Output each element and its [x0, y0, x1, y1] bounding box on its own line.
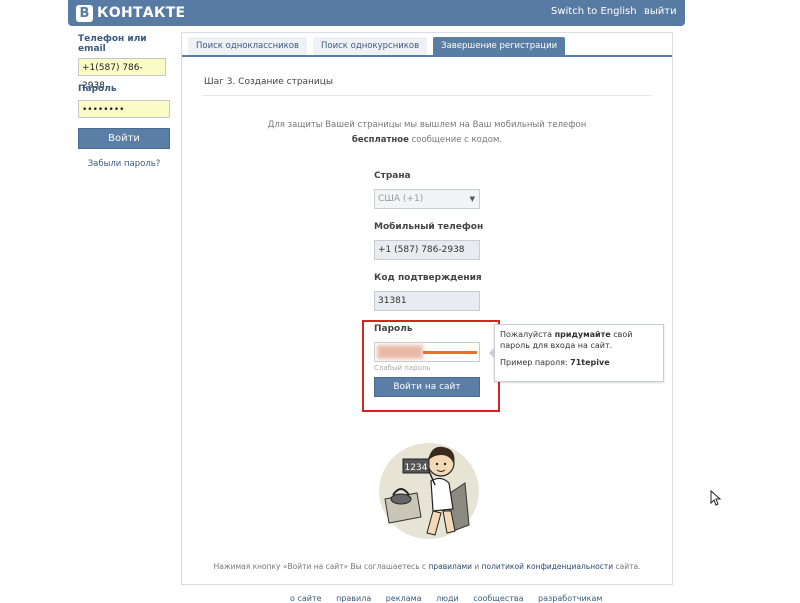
confirmation-code-input[interactable]: 31381 — [374, 291, 480, 311]
info-bold: бесплатное — [351, 135, 409, 145]
rules-footer-link[interactable]: правила — [336, 594, 371, 603]
communities-link[interactable]: сообщества — [473, 594, 523, 603]
sign-text: 1234 — [405, 463, 428, 473]
chevron-down-icon: ▼ — [469, 195, 475, 203]
confirmation-code-label: Код подтверждения — [374, 273, 482, 283]
tab-coursemates-search[interactable]: Поиск однокурсников — [313, 37, 428, 55]
logout-link[interactable]: выйти — [644, 6, 677, 17]
country-label: Страна — [374, 171, 411, 181]
tooltip-example-label: Пример пароля: — [500, 358, 571, 367]
mobile-phone-group: Мобильный телефон +1 (587) 786-2938 — [374, 222, 483, 260]
step-title: Шаг 3. Создание страницы — [204, 77, 334, 87]
forgot-password-link[interactable]: Забыли пароль? — [78, 159, 170, 169]
mobile-phone-label: Мобильный телефон — [374, 222, 484, 232]
mobile-phone-input[interactable]: +1 (587) 786-2938 — [374, 240, 480, 260]
privacy-policy-link[interactable]: политикой конфиденциальности — [482, 562, 613, 571]
tooltip-example-value: 71tepive — [570, 358, 610, 367]
info-line2: бесплатное сообщение с кодом. — [182, 133, 672, 148]
info-text: Для защиты Вашей страницы мы вышлем на В… — [182, 118, 672, 148]
vk-logo-icon: В — [76, 4, 93, 22]
login-panel: Телефон или email +1(587) 786-2938 Парол… — [78, 34, 170, 169]
password-tooltip: Пожалуйста придумайте свой пароль для вх… — [489, 324, 664, 382]
tab-bar: Поиск одноклассников Поиск однокурсников… — [182, 37, 672, 57]
tab-registration-complete[interactable]: Завершение регистрации — [433, 37, 566, 55]
info-line1: Для защиты Вашей страницы мы вышлем на В… — [267, 120, 587, 130]
password-label: Пароль — [78, 84, 117, 94]
tooltip-text-bold: придумайте — [554, 330, 611, 339]
login-button[interactable]: Войти — [78, 128, 170, 149]
people-link[interactable]: люди — [436, 594, 459, 603]
tab-classmates-search[interactable]: Поиск одноклассников — [188, 37, 308, 55]
vk-logo[interactable]: В КОНТАКТЕ — [76, 4, 185, 22]
password-input[interactable]: •••••••• — [78, 100, 170, 118]
terms-note-before: Нажимая кнопку «Войти на сайт» Вы соглаш… — [213, 562, 429, 571]
terms-note: Нажимая кнопку «Войти на сайт» Вы соглаш… — [182, 562, 672, 571]
advertising-link[interactable]: реклама — [386, 594, 422, 603]
developers-link[interactable]: разработчикам — [538, 594, 602, 603]
vk-logo-text: КОНТАКТЕ — [97, 5, 186, 21]
tooltip-arrow — [489, 347, 495, 359]
bottom-links: о сайте правила реклама люди сообщества … — [290, 594, 614, 603]
country-group: Страна США (+1) ▼ — [374, 171, 480, 209]
switch-language-link[interactable]: Switch to English — [551, 6, 637, 17]
highlight-box — [362, 320, 500, 412]
tooltip-example: Пример пароля: 71tepive — [500, 357, 658, 368]
tooltip-text: Пожалуйста придумайте свой пароль для вх… — [500, 329, 658, 351]
phone-email-label: Телефон или email — [78, 34, 147, 54]
rules-link[interactable]: правилами — [429, 562, 472, 571]
country-select[interactable]: США (+1) ▼ — [374, 189, 480, 209]
phone-email-input[interactable]: +1(587) 786-2938 — [78, 58, 166, 91]
mouse-cursor-icon — [710, 489, 722, 510]
top-header-bar: В КОНТАКТЕ Switch to English выйти — [68, 0, 685, 26]
confirmation-code-group: Код подтверждения 31381 — [374, 273, 482, 311]
terms-note-and: и — [471, 562, 482, 571]
illustration-svg: 1234 — [379, 443, 479, 539]
divider — [202, 95, 652, 96]
tooltip-text-before: Пожалуйста — [500, 330, 555, 339]
terms-note-after: сайта. — [613, 562, 641, 571]
country-value: США (+1) — [378, 194, 424, 204]
info-line2-rest: сообщение с кодом. — [408, 135, 503, 145]
about-link[interactable]: о сайте — [290, 594, 322, 603]
main-content: Поиск одноклассников Поиск однокурсников… — [181, 32, 673, 585]
phone-girl-illustration: 1234 — [377, 425, 481, 541]
